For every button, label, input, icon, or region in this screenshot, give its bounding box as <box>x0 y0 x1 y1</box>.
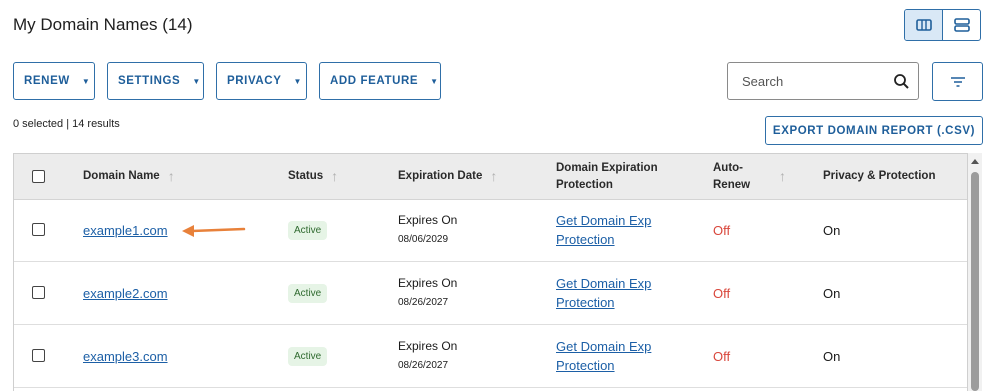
caret-down-icon: ▼ <box>293 76 302 86</box>
auto-renew-status: Off <box>713 222 731 238</box>
row-checkbox[interactable] <box>32 223 45 236</box>
column-header-domain[interactable]: Domain Name ↑ <box>83 154 175 199</box>
export-report-button[interactable]: EXPORT DOMAIN REPORT (.CSV) <box>765 116 983 145</box>
filter-icon <box>950 76 965 87</box>
row-checkbox[interactable] <box>32 349 45 362</box>
row-view-button[interactable] <box>943 10 980 40</box>
settings-dropdown[interactable]: SETTINGS ▼ <box>107 62 204 100</box>
column-header-privacy: Privacy & Protection <box>823 170 936 182</box>
filter-button[interactable] <box>932 62 983 101</box>
column-header-auto-renew[interactable]: Auto- Renew ↑ <box>713 154 786 199</box>
annotation-arrow-icon <box>182 225 246 237</box>
search-input[interactable] <box>740 72 884 90</box>
expires-date: 08/26/2027 <box>398 360 449 371</box>
privacy-dropdown[interactable]: PRIVACY ▼ <box>216 62 307 100</box>
domain-link[interactable]: example1.com <box>83 223 168 238</box>
get-protection-link[interactable]: Get Domain Exp Protection <box>556 337 651 375</box>
select-all-checkbox[interactable] <box>32 170 45 183</box>
status-badge: Active <box>288 346 328 366</box>
table-row: example2.com Active Expires On 08/26/2027… <box>14 262 967 325</box>
column-view-button[interactable] <box>905 10 943 40</box>
page-title: My Domain Names (14) <box>13 15 193 34</box>
settings-label: SETTINGS <box>118 75 181 87</box>
scroll-up-icon[interactable] <box>971 159 979 164</box>
columns-icon <box>915 19 932 31</box>
get-protection-link[interactable]: Get Domain Exp Protection <box>556 274 651 312</box>
search-icon[interactable] <box>893 73 910 90</box>
sort-arrow-icon[interactable]: ↑ <box>331 168 338 185</box>
view-toggle <box>904 9 981 41</box>
caret-down-icon: ▼ <box>81 76 91 86</box>
status-badge: Active <box>288 283 328 303</box>
table-row: example1.com Active Expires On 08/06/2029… <box>14 199 967 262</box>
auto-renew-status: Off <box>713 348 731 364</box>
status-badge: Active <box>288 220 328 240</box>
add-feature-dropdown[interactable]: ADD FEATURE ▼ <box>319 62 441 100</box>
domain-link[interactable]: example3.com <box>83 349 168 364</box>
expires-date: 08/26/2027 <box>398 297 449 308</box>
caret-down-icon: ▼ <box>192 76 201 86</box>
sort-arrow-icon[interactable]: ↑ <box>168 168 175 185</box>
privacy-status: On <box>823 348 841 364</box>
table-header: Domain Name ↑ Status ↑ Expiration Date ↑… <box>14 154 967 200</box>
auto-renew-status: Off <box>713 285 731 301</box>
column-header-expiration[interactable]: Expiration Date ↑ <box>398 154 497 199</box>
search-box <box>727 62 919 100</box>
add-feature-label: ADD FEATURE <box>330 75 419 87</box>
privacy-status: On <box>823 285 841 301</box>
get-protection-link[interactable]: Get Domain Exp Protection <box>556 211 651 249</box>
column-header-protection: Domain Expiration Protection <box>556 161 658 191</box>
domain-link[interactable]: example2.com <box>83 286 168 301</box>
domains-table: Domain Name ↑ Status ↑ Expiration Date ↑… <box>13 153 968 391</box>
renew-dropdown[interactable]: RENEW ▼ <box>13 62 95 100</box>
sort-arrow-icon[interactable]: ↑ <box>779 168 786 185</box>
expires-label: Expires On <box>398 213 458 227</box>
sort-arrow-icon[interactable]: ↑ <box>490 168 497 185</box>
rows-icon <box>953 18 970 32</box>
table-scrollbar[interactable] <box>968 153 982 391</box>
privacy-label: PRIVACY <box>227 75 282 87</box>
privacy-status: On <box>823 222 841 238</box>
expires-label: Expires On <box>398 339 458 353</box>
row-checkbox[interactable] <box>32 286 45 299</box>
table-row: example3.com Active Expires On 08/26/2027… <box>14 325 967 388</box>
expires-label: Expires On <box>398 276 458 290</box>
selection-summary: 0 selected | 14 results <box>13 118 120 130</box>
expires-date: 08/06/2029 <box>398 234 449 245</box>
renew-label: RENEW <box>24 75 70 87</box>
scrollbar-thumb[interactable] <box>971 172 979 391</box>
caret-down-icon: ▼ <box>430 76 439 86</box>
column-header-status[interactable]: Status ↑ <box>288 154 338 199</box>
